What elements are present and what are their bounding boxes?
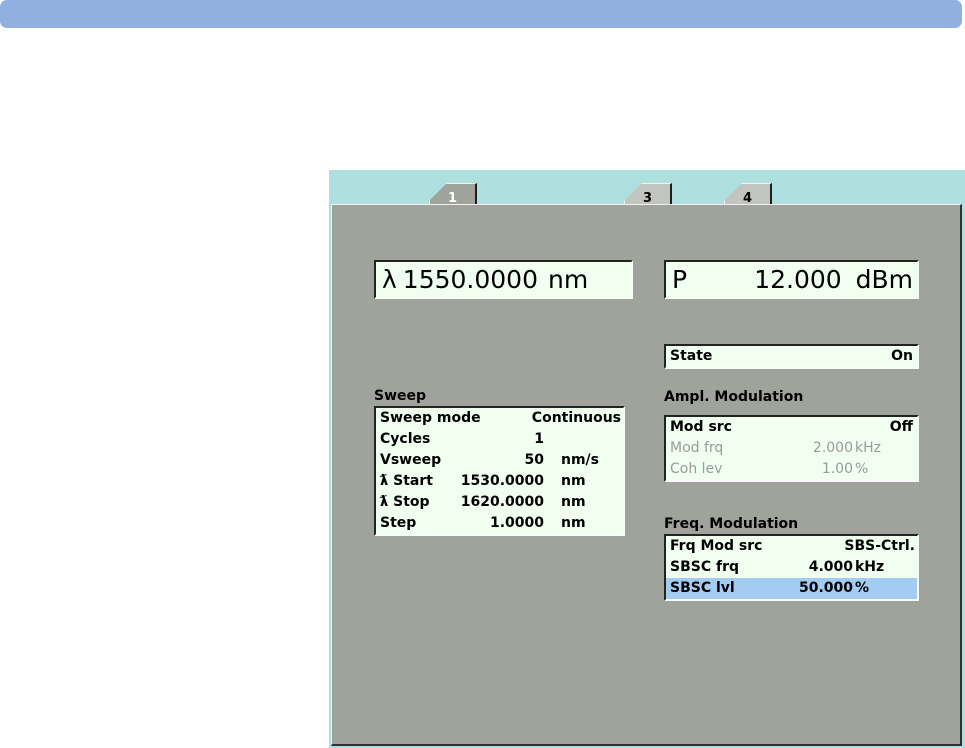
sbsc-lvl-unit: % bbox=[855, 580, 870, 596]
power-field[interactable]: P 12.000 dBm bbox=[664, 260, 919, 299]
sweep-table: Sweep mode Continuous Cycles 1 Vsweep 50… bbox=[374, 406, 625, 536]
freq-modulation-table: Frq Mod src SBS-Ctrl. SBSC frq 4.000 kHz… bbox=[664, 534, 919, 601]
state-value: On bbox=[891, 348, 913, 364]
mod-src-row[interactable]: Mod src Off bbox=[666, 417, 917, 438]
sbsc-frq-unit: kHz bbox=[855, 559, 885, 575]
sweep-title: Sweep bbox=[374, 388, 427, 404]
step-unit: nm bbox=[561, 515, 586, 531]
power-symbol: P bbox=[672, 265, 688, 294]
coh-lev-value: 1.00 bbox=[821, 461, 853, 477]
state-label: State bbox=[670, 348, 713, 364]
sbsc-lvl-label: SBSC lvl bbox=[670, 580, 735, 596]
stop-label: ƛ Stop bbox=[380, 494, 430, 510]
freq-modulation-title: Freq. Modulation bbox=[664, 516, 799, 532]
power-value: 12.000 bbox=[754, 265, 842, 294]
cycles-value: 1 bbox=[534, 431, 544, 447]
start-value: 1530.0000 bbox=[460, 473, 544, 489]
start-row[interactable]: ƛ Start 1530.0000 nm bbox=[376, 471, 623, 492]
sweep-mode-label: Sweep mode bbox=[380, 410, 481, 426]
step-label: Step bbox=[380, 515, 417, 531]
wavelength-unit: nm bbox=[548, 265, 589, 294]
vsweep-row[interactable]: Vsweep 50 nm/s bbox=[376, 450, 623, 471]
cycles-label: Cycles bbox=[380, 431, 431, 447]
frq-mod-src-value: SBS-Ctrl. bbox=[844, 538, 915, 554]
wavelength-value: 1550.0000 bbox=[402, 265, 538, 294]
vsweep-value: 50 bbox=[524, 452, 544, 468]
mod-frq-unit: kHz bbox=[855, 440, 881, 456]
stop-row[interactable]: ƛ Stop 1620.0000 nm bbox=[376, 492, 623, 513]
start-label: ƛ Start bbox=[380, 473, 433, 489]
stop-unit: nm bbox=[561, 494, 586, 510]
ampl-modulation-table: Mod src Off Mod frq 2.000 kHz Coh lev 1.… bbox=[664, 415, 919, 482]
step-row[interactable]: Step 1.0000 nm bbox=[376, 513, 623, 534]
coh-lev-row: Coh lev 1.00 % bbox=[666, 459, 917, 480]
mod-frq-value: 2.000 bbox=[812, 440, 853, 456]
vsweep-unit: nm/s bbox=[561, 452, 600, 468]
sweep-mode-row[interactable]: Sweep mode Continuous bbox=[376, 408, 623, 429]
ampl-modulation-title: Ampl. Modulation bbox=[664, 389, 804, 405]
sbsc-frq-row[interactable]: SBSC frq 4.000 kHz bbox=[666, 557, 917, 578]
sbsc-lvl-row[interactable]: SBSC lvl 50.000 % bbox=[666, 578, 917, 599]
title-bar bbox=[0, 0, 962, 28]
instrument-window: 1 3 4 λ 1550.0000 nm P 12.000 dBm State … bbox=[329, 170, 965, 748]
settings-panel: λ 1550.0000 nm P 12.000 dBm State On Swe… bbox=[331, 204, 962, 746]
cycles-row[interactable]: Cycles 1 bbox=[376, 429, 623, 450]
step-value: 1.0000 bbox=[489, 515, 544, 531]
vsweep-label: Vsweep bbox=[380, 452, 442, 468]
coh-lev-label: Coh lev bbox=[670, 461, 723, 477]
stop-value: 1620.0000 bbox=[460, 494, 544, 510]
sbsc-lvl-value: 50.000 bbox=[798, 580, 853, 596]
mod-src-label: Mod src bbox=[670, 419, 732, 435]
mod-frq-row: Mod frq 2.000 kHz bbox=[666, 438, 917, 459]
start-unit: nm bbox=[561, 473, 586, 489]
frq-mod-src-row[interactable]: Frq Mod src SBS-Ctrl. bbox=[666, 536, 917, 557]
power-unit: dBm bbox=[855, 265, 913, 294]
state-row[interactable]: State On bbox=[666, 346, 917, 367]
coh-lev-unit: % bbox=[855, 461, 869, 477]
state-field[interactable]: State On bbox=[664, 344, 919, 369]
wavelength-symbol: λ bbox=[382, 265, 397, 294]
sbsc-frq-label: SBSC frq bbox=[670, 559, 740, 575]
mod-frq-label: Mod frq bbox=[670, 440, 724, 456]
wavelength-field[interactable]: λ 1550.0000 nm bbox=[374, 260, 633, 299]
sweep-mode-value: Continuous bbox=[531, 410, 621, 426]
sbsc-frq-value: 4.000 bbox=[808, 559, 853, 575]
mod-src-value: Off bbox=[889, 419, 913, 435]
frq-mod-src-label: Frq Mod src bbox=[670, 538, 763, 554]
